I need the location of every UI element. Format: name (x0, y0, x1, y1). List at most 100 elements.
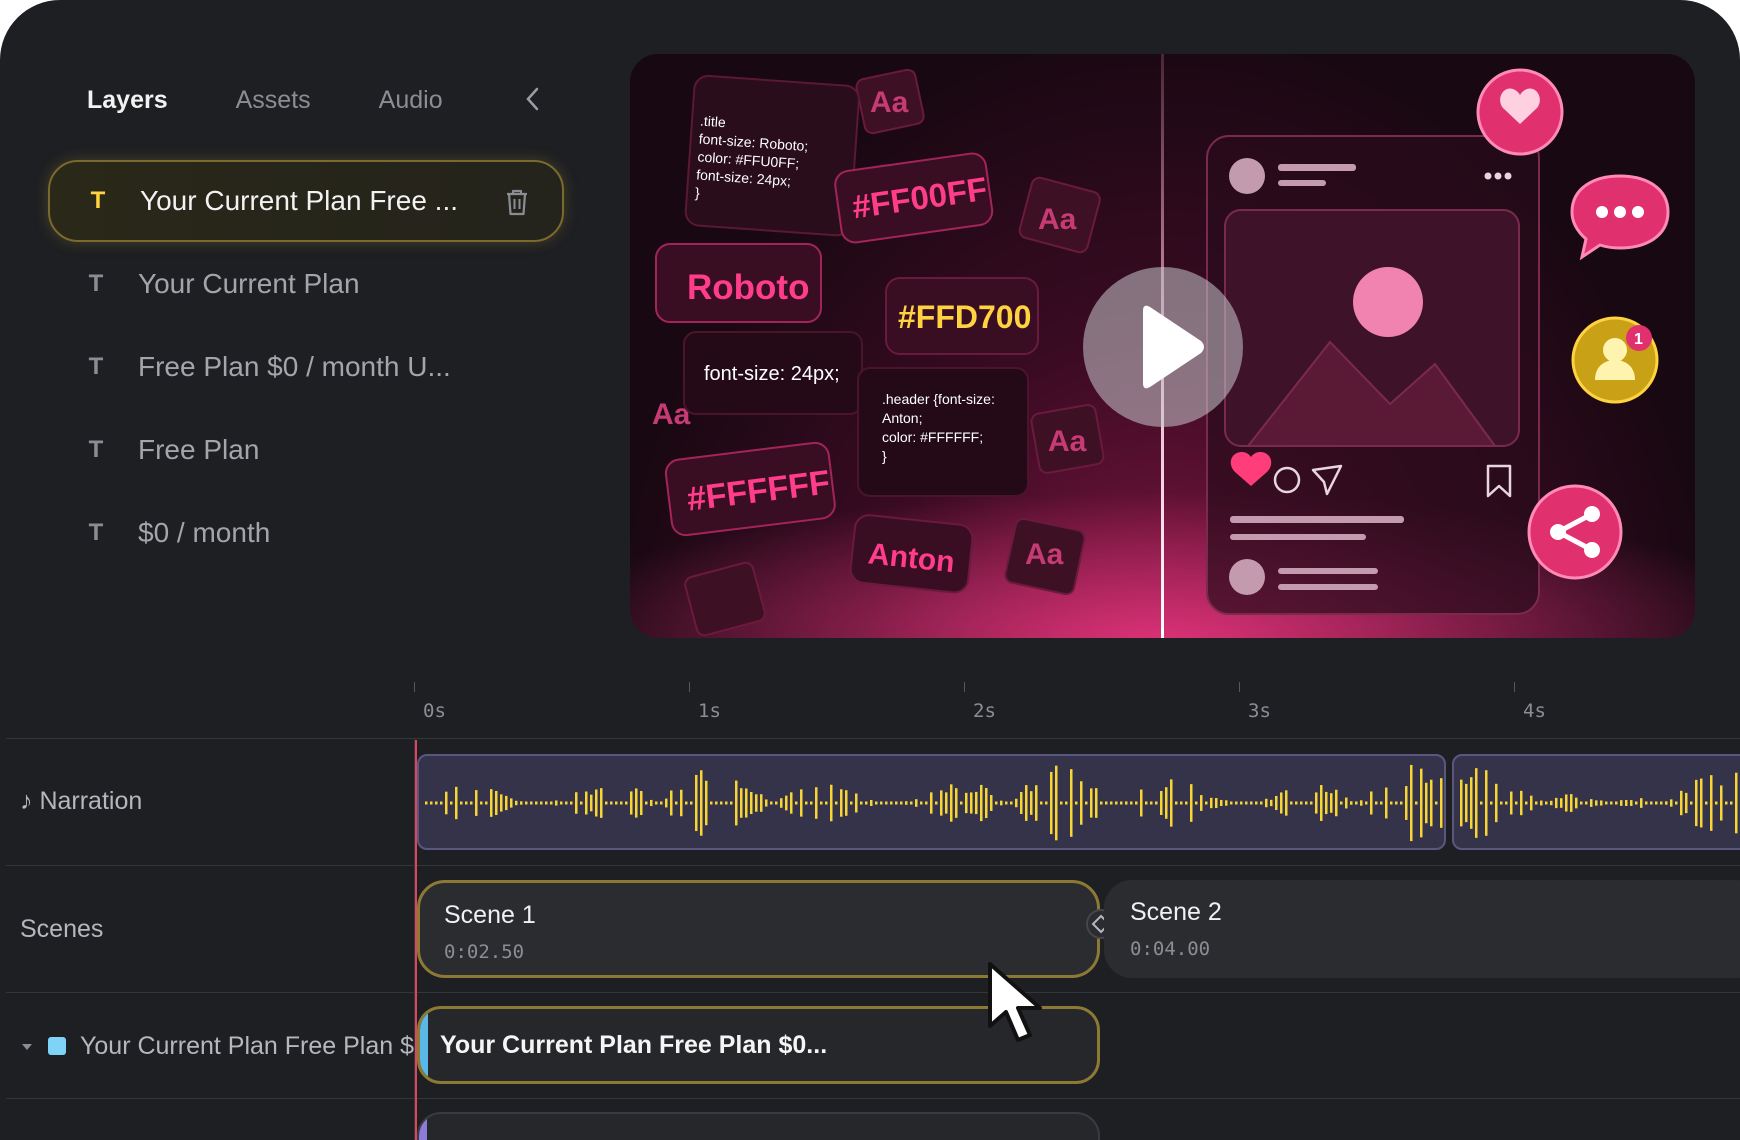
waveform-bar (1290, 801, 1293, 805)
ruler-tick (414, 682, 415, 692)
waveform-bar (1625, 800, 1628, 806)
waveform-bar (995, 801, 998, 805)
waveform-bar (1400, 801, 1403, 805)
waveform-bar (1620, 800, 1623, 806)
playhead[interactable] (415, 740, 417, 1140)
waveform-bar (1125, 801, 1128, 805)
waveform-bar (725, 801, 728, 805)
waveform-bar (460, 801, 463, 805)
waveform-bar (1325, 791, 1328, 815)
waveform-bar (985, 787, 988, 819)
waveform-bar (1075, 801, 1078, 805)
waveform-bar (1025, 785, 1028, 821)
waveform-bar (920, 801, 923, 805)
waveform-bar (575, 792, 578, 814)
waveform-bar (1215, 798, 1218, 808)
layer-clip[interactable] (417, 1112, 1100, 1140)
waveform-bar (1390, 801, 1393, 805)
track-divider (6, 865, 1740, 866)
waveform-bar (535, 801, 538, 805)
narration-clip[interactable] (1452, 754, 1740, 850)
text-layer-icon: T (88, 519, 104, 546)
waveform-bar (565, 801, 568, 805)
timeline-ruler[interactable]: 0s 1s 2s 3s 4s (414, 682, 1740, 738)
waveform-bar (1650, 801, 1653, 805)
layer-item[interactable]: T Free Plan (48, 409, 564, 491)
code-line: color: #FFFFFF; (882, 429, 983, 445)
waveform-bar (560, 801, 563, 805)
waveform-bar (1685, 792, 1688, 814)
waveform-bar (1210, 797, 1213, 809)
text-layer-clip[interactable]: Your Current Plan Free Plan $0... (417, 1006, 1100, 1084)
tab-assets[interactable]: Assets (236, 86, 311, 115)
waveform-bar (475, 790, 478, 816)
waveform-bar (1690, 801, 1693, 805)
layer-item[interactable]: T $0 / month (48, 492, 564, 574)
waveform-bar (655, 801, 658, 805)
waveform-bar (1545, 801, 1548, 805)
tab-layers[interactable]: Layers (87, 86, 168, 115)
waveform-bar (1585, 801, 1588, 805)
waveform-bar (1155, 801, 1158, 805)
waveform-bar (1595, 800, 1598, 806)
tab-audio[interactable]: Audio (379, 86, 443, 115)
waveform-bar (1005, 801, 1008, 805)
waveform-bar (1630, 800, 1633, 806)
waveform-bar (1680, 790, 1683, 816)
narration-clip[interactable] (417, 754, 1446, 850)
collapse-sidebar-button[interactable] (518, 84, 548, 114)
layer-item[interactable]: T Free Plan $0 / month U... (48, 326, 564, 408)
video-editor-window: Layers Assets Audio T Your Current Plan … (0, 0, 1740, 1140)
play-button[interactable] (1083, 267, 1243, 427)
waveform-bar (1140, 789, 1143, 817)
waveform-bar (555, 800, 558, 806)
waveform-bar (620, 801, 623, 805)
scene-2-clip[interactable]: Scene 2 0:04.00 (1104, 880, 1740, 978)
waveform-bar (690, 801, 693, 805)
waveform-bar (735, 780, 738, 826)
layer-item[interactable]: T Your Current Plan (48, 243, 564, 325)
waveform-bar (1035, 785, 1038, 821)
waveform-bar (1260, 801, 1263, 805)
waveform-bar (425, 801, 428, 805)
waveform-bar (605, 801, 608, 805)
waveform-bar (1245, 801, 1248, 805)
waveform-bar (1240, 801, 1243, 805)
waveform-bar (1395, 801, 1398, 805)
waveform-bar (1340, 801, 1343, 805)
waveform-bar (1505, 801, 1508, 805)
ruler-tick (1514, 682, 1515, 692)
waveform-bar (1145, 801, 1148, 805)
waveform-bar (720, 801, 723, 805)
waveform-bar (935, 801, 938, 805)
waveform-bar (1105, 801, 1108, 805)
waveform-bar (850, 801, 853, 805)
waveform-bar (700, 770, 703, 836)
waveform-bar (1180, 801, 1183, 805)
track-color-swatch (48, 1037, 66, 1055)
waveform-bar (485, 801, 488, 805)
trash-icon[interactable] (502, 186, 532, 218)
waveform-bar (1310, 801, 1313, 805)
waveform-bar (1700, 778, 1703, 828)
layer-item[interactable]: T Your Current Plan Free ... (48, 160, 564, 242)
waveform-bar (1065, 801, 1068, 805)
ruler-label: 2s (973, 700, 996, 722)
video-preview[interactable]: Aa Aa Aa Aa Aa .title font-size: Roboto;… (630, 54, 1695, 638)
ruler-label: 1s (698, 700, 721, 722)
ruler-label: 0s (423, 700, 446, 722)
layer-label: Free Plan (138, 434, 260, 465)
waveform-bar (1420, 768, 1423, 838)
waveform-bar (1410, 764, 1413, 842)
waveform-bar (855, 793, 858, 813)
waveform-bar (1695, 779, 1698, 827)
ruler-tick (964, 682, 965, 692)
waveform-bar (1150, 801, 1153, 805)
scene-1-clip[interactable]: Scene 1 0:02.50 (417, 880, 1100, 978)
waveform-bar (1185, 801, 1188, 805)
waveform-bar (585, 791, 588, 815)
scene-duration: 0:04.00 (1130, 938, 1211, 960)
waveform-bar (1730, 801, 1733, 805)
waveform-bar (1055, 765, 1058, 841)
caret-down-icon[interactable] (20, 1040, 34, 1054)
